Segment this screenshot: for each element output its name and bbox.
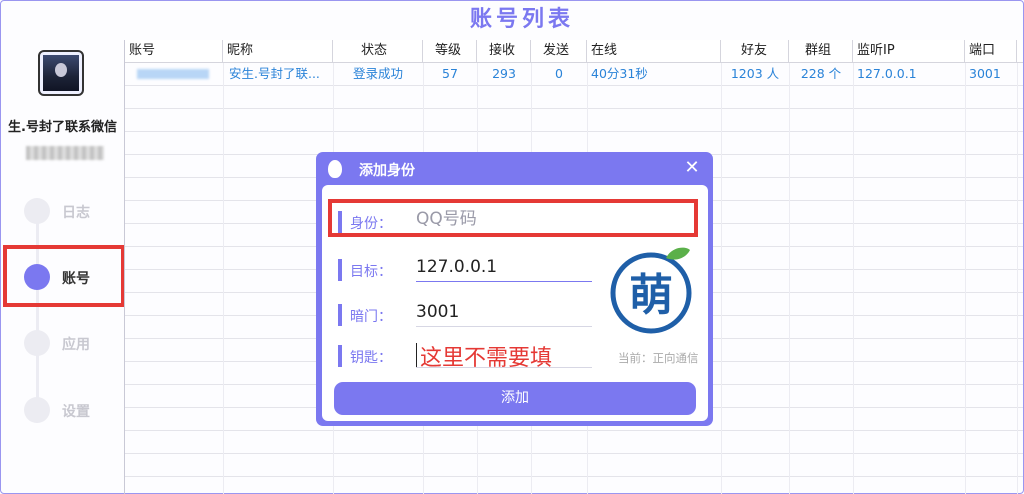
column-divider (223, 63, 224, 494)
key-label: 钥匙： (350, 350, 392, 366)
avatar-image (43, 55, 79, 91)
sidebar-item-label: 日志 (62, 205, 90, 221)
annotation-key-hint: 这里不需要填 (420, 346, 553, 371)
cell-friends: 1203 人 (730, 66, 780, 81)
add-identity-dialog: 添加身份 ✕ 身份： 目标： 暗门： 钥匙： 这里不需要填 萌 (316, 152, 713, 426)
field-accent-bar (338, 304, 342, 326)
column-header-friends[interactable]: 好友 (721, 40, 789, 62)
cell-groups: 228 个 (800, 66, 842, 81)
column-header-port[interactable]: 端口 (965, 40, 1017, 62)
column-header-listen-ip[interactable]: 监听IP (853, 40, 965, 62)
column-divider (853, 63, 854, 494)
column-header-sent[interactable]: 发送 (531, 40, 587, 62)
column-header-nickname[interactable]: 昵称 (223, 40, 333, 62)
target-input[interactable] (416, 253, 592, 282)
account-redacted (137, 69, 209, 79)
column-header-received[interactable]: 接收 (477, 40, 531, 62)
avatar[interactable] (38, 50, 84, 96)
table-row[interactable]: 安生.号封了联... 登录成功 57 293 0 40分31秒 1203 人 2… (125, 63, 1023, 85)
nav-dot-icon (24, 198, 50, 224)
nav-dot-icon (24, 330, 50, 356)
column-divider (965, 63, 966, 494)
column-divider (721, 63, 722, 494)
add-button[interactable]: 添加 (334, 382, 696, 415)
cell-received: 293 (492, 66, 516, 81)
annotation-highlight-account-nav (3, 245, 125, 307)
close-icon[interactable]: ✕ (682, 158, 702, 178)
profile-nickname: 生.号封了联系微信 (8, 120, 117, 135)
target-field: 目标： (334, 253, 592, 285)
moe-logo-icon: 萌 (610, 247, 692, 334)
egg-icon (328, 160, 342, 178)
nav-timeline-line (36, 208, 39, 408)
column-header-account[interactable]: 账号 (125, 40, 223, 62)
sidebar-item-settings[interactable]: 设置 (24, 395, 120, 425)
sidebar-item-apps[interactable]: 应用 (24, 328, 120, 358)
table-header: 账号 昵称 状态 等级 接收 发送 在线 好友 群组 监听IP 端口 (125, 40, 1023, 63)
sidebar-item-label: 设置 (62, 404, 90, 420)
column-header-status[interactable]: 状态 (333, 40, 423, 62)
column-header-level[interactable]: 等级 (423, 40, 477, 62)
backdoor-field: 暗门： (334, 298, 592, 330)
column-header-groups[interactable]: 群组 (789, 40, 853, 62)
field-accent-bar (338, 345, 342, 367)
annotation-highlight-identity (328, 199, 698, 237)
cell-online: 40分31秒 (591, 66, 648, 81)
column-divider (1017, 63, 1018, 494)
profile-account-redacted (26, 146, 104, 160)
column-divider (789, 63, 790, 494)
cell-port: 3001 (969, 66, 1001, 81)
logo-text: 萌 (629, 270, 673, 321)
field-accent-bar (338, 259, 342, 281)
text-cursor (416, 343, 417, 367)
cell-level: 57 (442, 66, 458, 81)
page-title: 账号列表 (470, 7, 575, 32)
sidebar-item-log[interactable]: 日志 (24, 196, 120, 226)
target-label: 目标： (350, 264, 392, 280)
dialog-title: 添加身份 (359, 163, 415, 179)
sidebar-item-label: 应用 (62, 337, 90, 353)
column-header-online[interactable]: 在线 (587, 40, 721, 62)
sidebar: 生.号封了联系微信 日志 账号 应用 设置 (0, 38, 125, 494)
dialog-body: 身份： 目标： 暗门： 钥匙： 这里不需要填 萌 当前：正向通信 添加 (322, 185, 708, 421)
backdoor-label: 暗门： (350, 309, 392, 325)
cell-nickname: 安生.号封了联... (229, 66, 320, 81)
current-mode: 当前：正向通信 (618, 351, 699, 365)
cell-status: 登录成功 (352, 66, 403, 81)
cell-sent: 0 (555, 66, 563, 81)
backdoor-input[interactable] (416, 298, 592, 327)
cell-listen-ip: 127.0.0.1 (857, 66, 917, 81)
nav-dot-icon (24, 397, 50, 423)
